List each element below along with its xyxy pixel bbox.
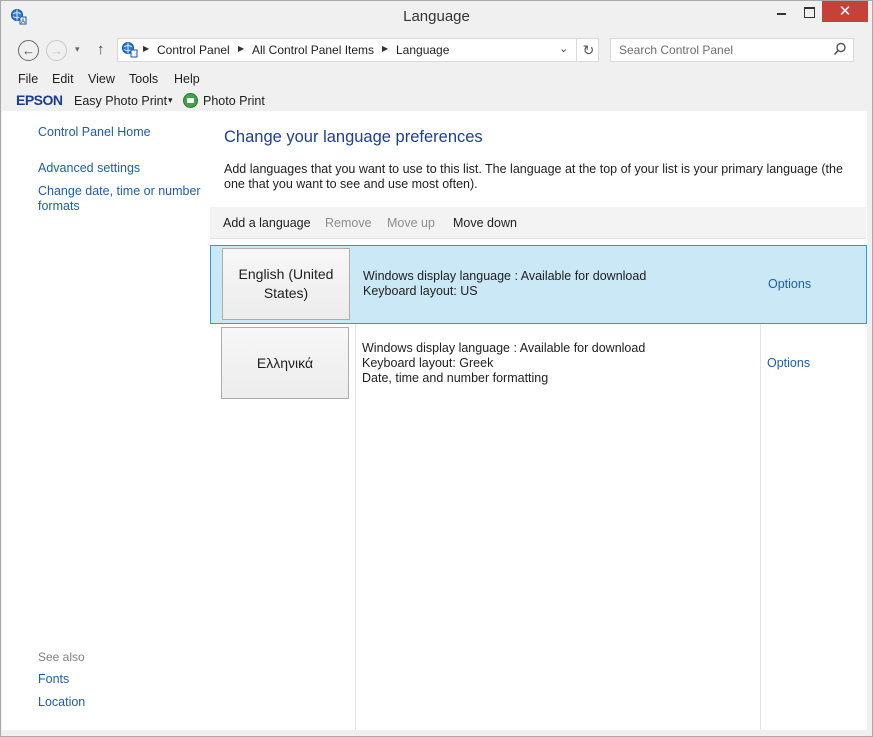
window-title: Language [403, 8, 470, 25]
move-down-button[interactable]: Move down [453, 216, 517, 230]
language-row-greek[interactable]: Ελληνικά Windows display language : Avai… [210, 327, 867, 402]
title-bar[interactable]: A Language ✕ [1, 1, 872, 32]
location-link[interactable]: Location [38, 695, 85, 710]
up-button[interactable]: ↑ [97, 41, 105, 58]
advanced-settings-link[interactable]: Advanced settings [38, 161, 140, 176]
language-detail-line: Windows display language : Available for… [363, 269, 647, 283]
fonts-link[interactable]: Fonts [38, 672, 69, 687]
menu-help[interactable]: Help [174, 72, 200, 86]
language-tile-english[interactable]: English (United States) [222, 248, 350, 320]
language-details: Windows display language : Available for… [362, 341, 645, 386]
photo-print-button[interactable]: Photo Print [203, 94, 265, 108]
address-dropdown-icon[interactable]: ⌄ [559, 42, 568, 55]
epson-toolbar: EPSON Easy Photo Print ▾ Photo Print [1, 90, 872, 112]
language-location-icon [122, 42, 138, 58]
menu-bar: File Edit View Tools Help [1, 69, 872, 89]
epson-logo: EPSON [16, 92, 63, 108]
search-icon[interactable] [833, 42, 847, 56]
options-link-greek[interactable]: Options [767, 356, 810, 370]
photo-print-icon[interactable] [183, 93, 198, 108]
language-detail-line: Windows display language : Available for… [362, 341, 646, 355]
options-link-english[interactable]: Options [768, 277, 811, 291]
maximize-button[interactable] [795, 1, 823, 22]
minimize-button[interactable] [767, 1, 795, 22]
easy-photo-print-dropdown-icon[interactable]: ▾ [168, 95, 173, 106]
move-up-button[interactable]: Move up [387, 216, 435, 230]
recent-locations-button[interactable]: ▾ [75, 44, 80, 55]
language-window: A Language ✕ ← → ▾ ↑ ▶ Control Panel ▶ A… [0, 0, 873, 737]
language-tile-greek[interactable]: Ελληνικά [221, 327, 349, 399]
breadcrumb-separator-icon[interactable]: ▶ [382, 44, 388, 53]
see-also-label: See also [38, 650, 85, 664]
page-description: Add languages that you want to use to th… [224, 162, 843, 191]
back-button[interactable]: ← [18, 40, 39, 61]
language-detail-line: Keyboard layout: US [363, 284, 478, 298]
control-panel-home-link[interactable]: Control Panel Home [38, 125, 151, 140]
language-detail-line: Date, time and number formatting [362, 371, 549, 385]
menu-tools[interactable]: Tools [129, 72, 158, 86]
language-detail-line: Keyboard layout: Greek [362, 356, 494, 370]
sidebar: Control Panel Home Advanced settings Cha… [2, 111, 209, 730]
breadcrumb-control-panel[interactable]: Control Panel [157, 43, 230, 57]
menu-edit[interactable]: Edit [52, 72, 74, 86]
change-date-time-formats-link[interactable]: Change date, time or number formats [38, 184, 203, 214]
close-button[interactable]: ✕ [822, 1, 868, 22]
menu-view[interactable]: View [88, 72, 115, 86]
address-bar[interactable]: ▶ Control Panel ▶ All Control Panel Item… [117, 38, 599, 62]
navigation-bar: ← → ▾ ↑ ▶ Control Panel ▶ All Control Pa… [1, 34, 872, 66]
breadcrumb-language[interactable]: Language [396, 43, 449, 57]
menu-file[interactable]: File [18, 72, 38, 86]
refresh-button[interactable]: ↻ [576, 39, 600, 61]
language-row-english[interactable]: English (United States) Windows display … [210, 245, 867, 324]
language-details: Windows display language : Available for… [363, 269, 646, 299]
search-input[interactable]: Search Control Panel [610, 38, 854, 62]
forward-button[interactable]: → [46, 40, 67, 61]
search-placeholder: Search Control Panel [619, 43, 734, 57]
content-area: Control Panel Home Advanced settings Cha… [2, 111, 867, 730]
remove-button[interactable]: Remove [325, 216, 372, 230]
breadcrumb-all-items[interactable]: All Control Panel Items [252, 43, 374, 57]
breadcrumb-separator-icon[interactable]: ▶ [238, 44, 244, 53]
breadcrumb-separator-icon[interactable]: ▶ [143, 44, 149, 53]
language-list: English (United States) Windows display … [210, 245, 867, 730]
easy-photo-print-button[interactable]: Easy Photo Print [74, 94, 167, 108]
language-command-bar: Add a language Remove Move up Move down [210, 207, 866, 239]
add-language-button[interactable]: Add a language [223, 216, 311, 230]
page-title: Change your language preferences [224, 128, 483, 146]
